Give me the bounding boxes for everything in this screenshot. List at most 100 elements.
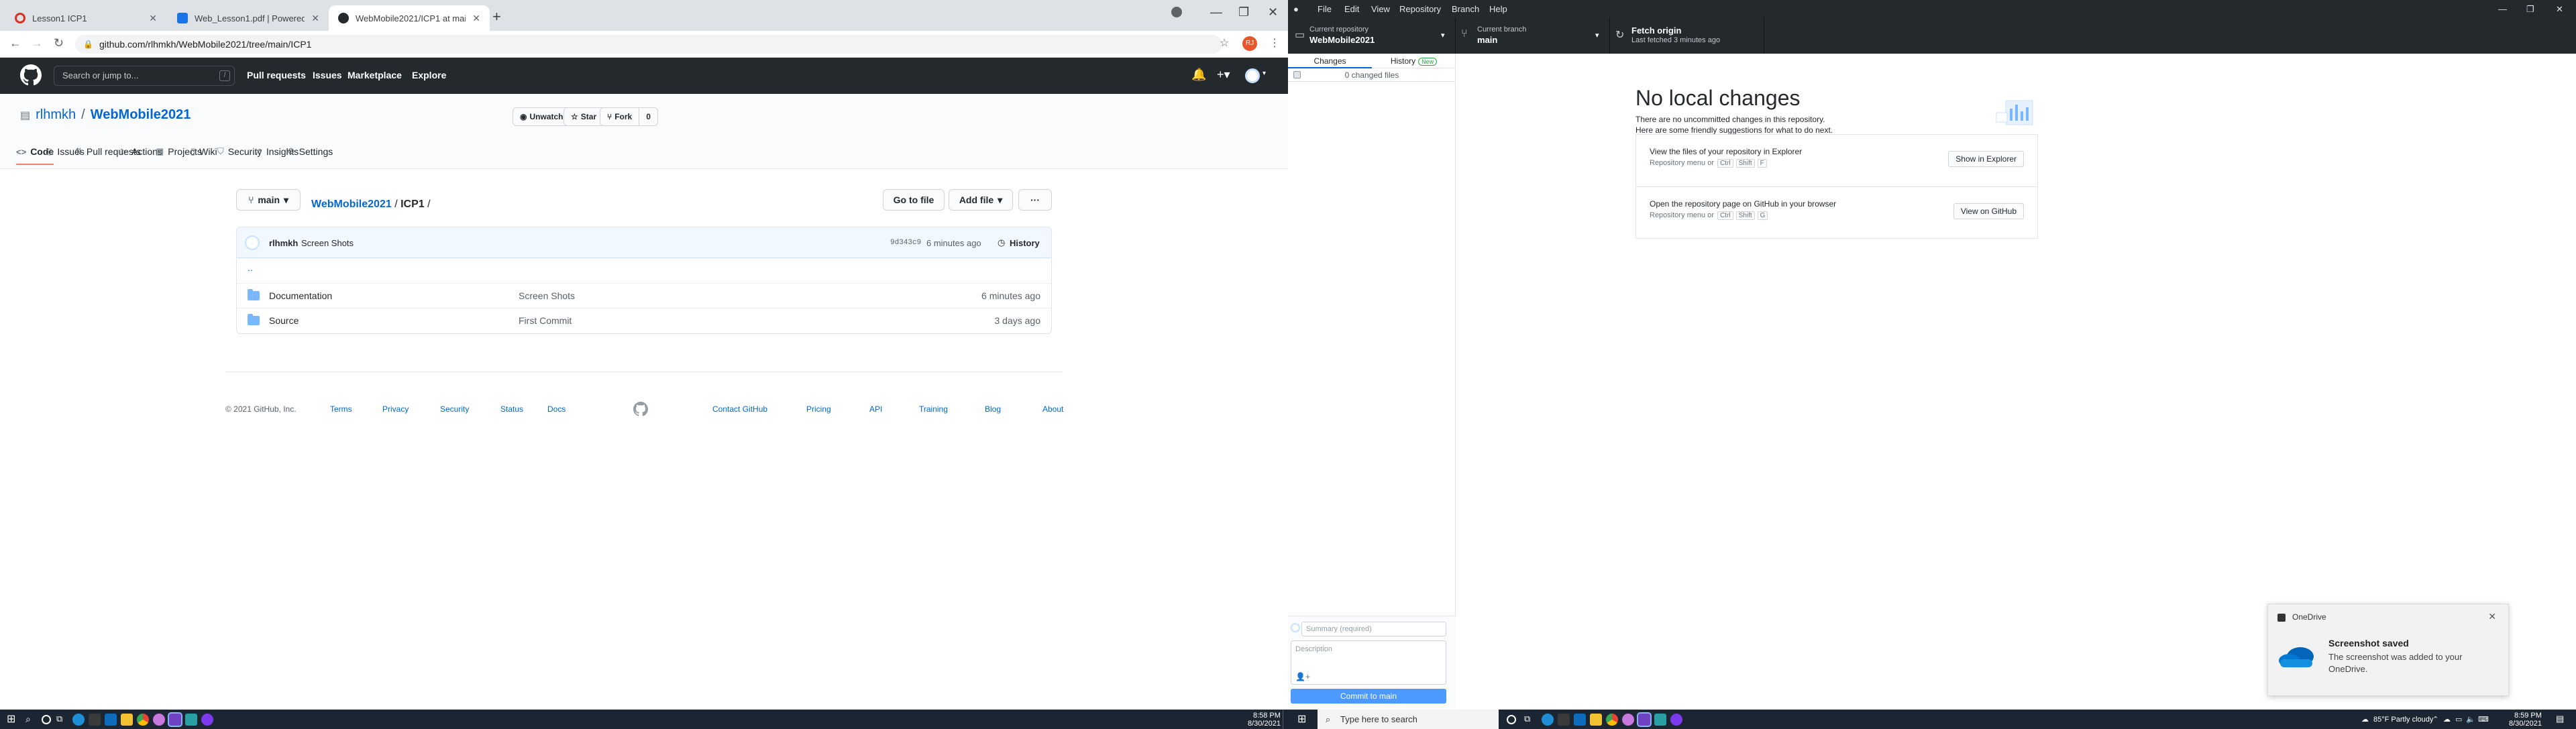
file-explorer-icon[interactable]: [121, 714, 133, 726]
notifications-icon[interactable]: ▤: [2556, 714, 2564, 723]
close-icon[interactable]: ✕: [149, 13, 157, 24]
file-name-link[interactable]: Source: [269, 315, 299, 326]
chrome-icon[interactable]: [137, 714, 149, 726]
nav-pull-requests[interactable]: Pull requests: [247, 70, 306, 80]
repo-owner-link[interactable]: rlhmkh: [36, 107, 76, 123]
footer-link-about[interactable]: About: [1042, 404, 1063, 414]
menu-branch[interactable]: Branch: [1452, 4, 1479, 14]
browser-tab[interactable]: Lesson1 ICP1 ✕: [5, 5, 166, 31]
windows-start-icon[interactable]: ⊞: [1297, 714, 1309, 726]
pycharm-icon[interactable]: [1654, 714, 1666, 726]
plus-dropdown-icon[interactable]: +▾: [1217, 68, 1230, 82]
onedrive-tray-icon[interactable]: ☁: [2443, 716, 2451, 724]
app-icon[interactable]: [201, 714, 213, 726]
nav-issues[interactable]: Issues: [313, 70, 342, 80]
footer-link-training[interactable]: Training: [919, 404, 948, 414]
tab-wiki[interactable]: ▯ Wiki: [191, 146, 217, 164]
current-repository-selector[interactable]: ▭ Current repository WebMobile2021 ▾: [1288, 17, 1456, 54]
commit-sha[interactable]: 9d343c9: [890, 239, 921, 247]
footer-link-blog[interactable]: Blog: [985, 404, 1001, 414]
github-mark-icon[interactable]: [633, 402, 648, 416]
footer-link-contact[interactable]: Contact GitHub: [712, 404, 767, 414]
cortana-icon[interactable]: [42, 715, 51, 724]
bookmark-star-icon[interactable]: ☆: [1220, 36, 1229, 50]
app-icon[interactable]: [153, 714, 165, 726]
tab-settings[interactable]: ⚙ Settings: [287, 146, 333, 164]
task-view-icon[interactable]: ⧉: [1524, 714, 1536, 726]
browser-tab-active[interactable]: WebMobile2021/ICP1 at main ✕: [329, 5, 490, 31]
repo-name-link[interactable]: WebMobile2021: [91, 107, 191, 123]
close-window-icon[interactable]: ✕: [2556, 4, 2563, 15]
footer-link-api[interactable]: API: [869, 404, 882, 414]
commit-author[interactable]: rlhmkh: [269, 238, 298, 248]
clock[interactable]: 8:59 PM 8/30/2021: [2509, 712, 2542, 728]
mail-icon[interactable]: [105, 714, 117, 726]
close-icon[interactable]: ✕: [472, 13, 480, 24]
current-branch-selector[interactable]: ⑂ Current branch main ▾: [1456, 17, 1610, 54]
close-icon[interactable]: ✕: [2488, 611, 2496, 622]
more-options-button[interactable]: ···: [1018, 189, 1052, 211]
cortana-icon[interactable]: [1507, 715, 1516, 724]
commit-history-link[interactable]: History: [1010, 238, 1040, 248]
tab-history[interactable]: History New: [1372, 56, 1456, 66]
github-desktop-icon[interactable]: [1637, 712, 1652, 727]
file-commit-message[interactable]: Screen Shots: [519, 290, 575, 301]
github-desktop-icon[interactable]: [168, 712, 182, 727]
volume-icon[interactable]: 🔈: [2466, 716, 2475, 724]
forward-icon[interactable]: →: [31, 36, 43, 50]
branch-select-button[interactable]: ⑂ main ▾: [236, 189, 301, 211]
footer-link-docs[interactable]: Docs: [547, 404, 566, 414]
table-row[interactable]: Source First Commit 3 days ago: [237, 308, 1051, 333]
minimize-icon[interactable]: —: [1210, 5, 1222, 19]
fetch-origin-button[interactable]: ↻ Fetch origin Last fetched 3 minutes ag…: [1610, 17, 1764, 54]
maximize-icon[interactable]: ❐: [1238, 5, 1249, 19]
nav-explore[interactable]: Explore: [412, 70, 446, 80]
chrome-icon[interactable]: [1606, 714, 1618, 726]
parent-dir-link[interactable]: ..: [248, 262, 253, 273]
show-in-explorer-button[interactable]: Show in Explorer: [1948, 151, 2024, 167]
mail-icon[interactable]: [1574, 714, 1586, 726]
file-commit-message[interactable]: First Commit: [519, 315, 572, 326]
maximize-icon[interactable]: ❐: [2526, 4, 2534, 15]
tab-changes[interactable]: Changes: [1288, 56, 1372, 68]
footer-link-pricing[interactable]: Pricing: [806, 404, 831, 414]
commit-author-avatar[interactable]: [245, 235, 260, 250]
reload-icon[interactable]: ↻: [54, 36, 64, 50]
add-file-button[interactable]: Add file ▾: [949, 189, 1013, 211]
table-row[interactable]: Documentation Screen Shots 6 minutes ago: [237, 283, 1051, 308]
commit-button[interactable]: Commit to main: [1291, 689, 1446, 704]
fork-count[interactable]: 0: [639, 112, 657, 121]
parent-dir-row[interactable]: ..: [237, 258, 1051, 283]
app-icon[interactable]: [1670, 714, 1682, 726]
back-icon[interactable]: ←: [9, 36, 21, 50]
store-icon[interactable]: [1558, 714, 1570, 726]
chevron-up-icon[interactable]: ⌃: [2432, 716, 2438, 724]
go-to-file-button[interactable]: Go to file: [883, 189, 945, 211]
add-coauthor-icon[interactable]: 👤+: [1295, 672, 1310, 681]
menu-repository[interactable]: Repository: [1399, 4, 1441, 14]
footer-link-terms[interactable]: Terms: [330, 404, 352, 414]
user-avatar[interactable]: [1245, 68, 1260, 83]
breadcrumb-repo-link[interactable]: WebMobile2021: [311, 199, 392, 210]
fork-button[interactable]: ⑂ Fork 0: [600, 107, 658, 126]
url-input[interactable]: 🔒 github.com/rlhmkh/WebMobile2021/tree/m…: [75, 35, 1222, 54]
weather-icon[interactable]: ☁: [2361, 716, 2369, 724]
close-icon[interactable]: ✕: [311, 13, 319, 24]
tab-search-icon[interactable]: [1171, 7, 1182, 17]
windows-start-icon[interactable]: ⊞: [7, 714, 19, 726]
taskbar-search-input[interactable]: ⌕ Type here to search: [1318, 710, 1499, 729]
file-name-link[interactable]: Documentation: [269, 290, 332, 301]
show-desktop-button[interactable]: [1283, 710, 1285, 729]
nav-marketplace[interactable]: Marketplace: [347, 70, 402, 80]
github-search-input[interactable]: Search or jump to... /: [54, 66, 235, 86]
view-on-github-button[interactable]: View on GitHub: [1953, 203, 2024, 219]
menu-edit[interactable]: Edit: [1344, 4, 1359, 14]
pycharm-icon[interactable]: [185, 714, 197, 726]
bell-icon[interactable]: 🔔: [1191, 68, 1206, 82]
footer-link-security[interactable]: Security: [440, 404, 469, 414]
new-tab-icon[interactable]: +: [492, 8, 501, 25]
file-explorer-icon[interactable]: [1590, 714, 1602, 726]
app-icon[interactable]: [1622, 714, 1634, 726]
store-icon[interactable]: [89, 714, 101, 726]
profile-avatar[interactable]: RJ: [1242, 36, 1257, 51]
